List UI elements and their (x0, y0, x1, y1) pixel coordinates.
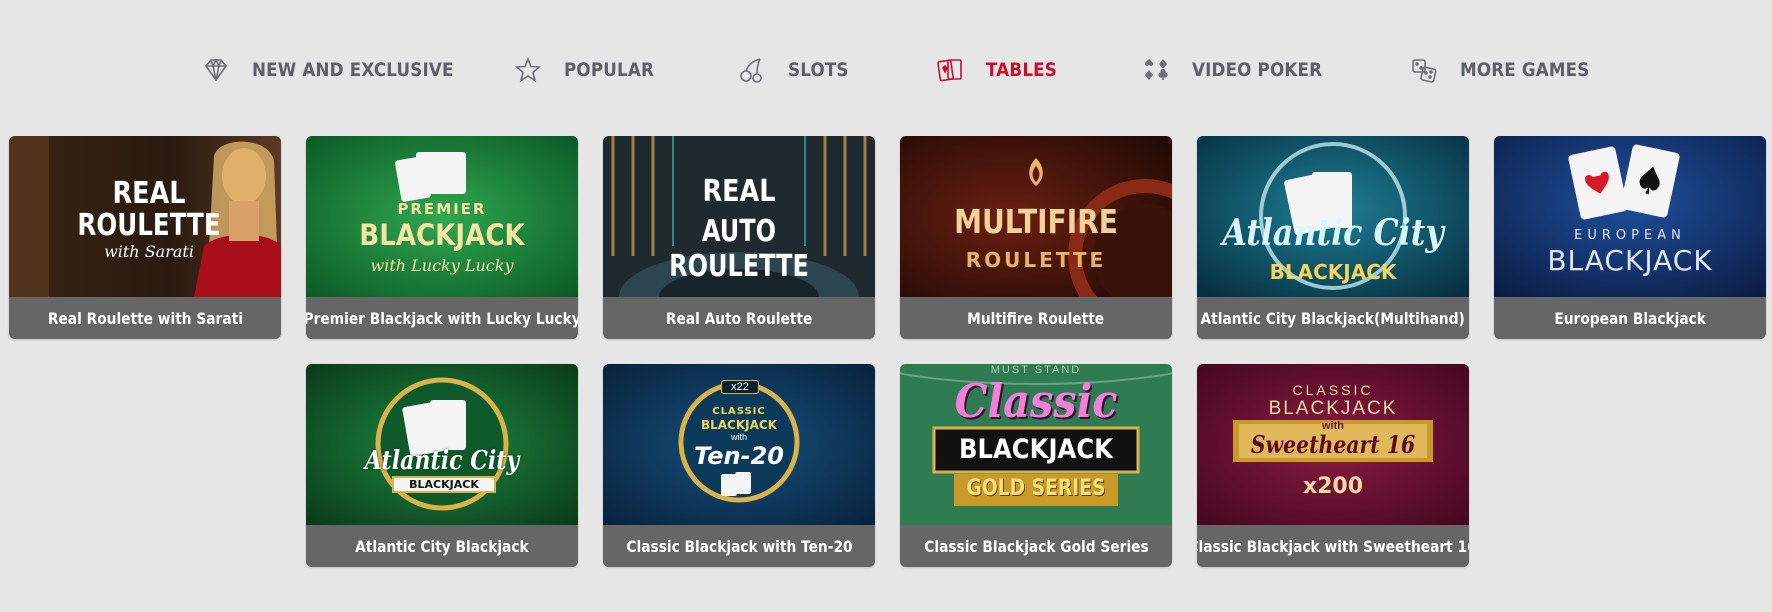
game-card[interactable]: MUST STAND Classic BLACKJACK GOLD SERIES… (900, 364, 1172, 567)
game-thumbnail: MUST STAND Classic BLACKJACK GOLD SERIES (900, 364, 1172, 525)
art-line: REAL (112, 176, 186, 211)
art-line: BLACKJACK (1547, 244, 1713, 277)
art-line: CLASSIC (1292, 382, 1374, 398)
game-thumbnail: REAL ROULETTE with Sarati (9, 136, 281, 297)
art-line: Atlantic City (1222, 212, 1444, 254)
game-card[interactable]: CLASSIC BLACKJACK with Sweetheart 16 x20… (1197, 364, 1469, 567)
game-grid: REAL ROULETTE with Sarati Real Roulette … (0, 0, 1772, 612)
game-title: Real Roulette with Sarati (9, 297, 281, 339)
game-thumbnail: PREMIER BLACKJACK with Lucky Lucky (306, 136, 578, 297)
art-line: Ten-20 (694, 442, 784, 470)
game-thumbnail: x22 CLASSIC BLACKJACK with Ten-20 (603, 364, 875, 525)
game-card[interactable]: REAL ROULETTE with Sarati Real Roulette … (9, 136, 281, 339)
game-card[interactable]: Atlantic City BLACKJACK Atlantic City Bl… (1197, 136, 1469, 339)
game-card[interactable]: PREMIER BLACKJACK with Lucky Lucky Premi… (306, 136, 578, 339)
art-line: BLACKJACK (700, 418, 778, 432)
game-card[interactable]: REAL AUTO ROULETTE Real Auto Roulette (603, 136, 875, 339)
art-line: Atlantic City (364, 446, 520, 476)
game-thumbnail: EUROPEAN BLACKJACK (1494, 136, 1766, 297)
game-title: Multifire Roulette (900, 297, 1172, 339)
art-line: Sweetheart 16 (1250, 430, 1416, 459)
art-line: with (730, 432, 747, 442)
game-title: Classic Blackjack with Sweetheart 16 (1197, 525, 1469, 567)
art-line: BLACKJACK (359, 218, 525, 252)
game-title: Atlantic City Blackjack (306, 525, 578, 567)
game-title: European Blackjack (1494, 297, 1766, 339)
art-line: with Lucky Lucky (370, 256, 514, 275)
art-line: BLACKJACK (958, 434, 1113, 465)
game-thumbnail: Atlantic City BLACKJACK (306, 364, 578, 525)
art-line: ROULETTE (77, 208, 221, 243)
game-thumbnail: CLASSIC BLACKJACK with Sweetheart 16 x20… (1197, 364, 1469, 525)
game-card[interactable]: EUROPEAN BLACKJACK European Blackjack (1494, 136, 1766, 339)
game-title: Atlantic City Blackjack(Multihand) (1197, 297, 1469, 339)
art-line: ROULETTE (965, 248, 1107, 272)
art-line: Classic (954, 374, 1118, 428)
art-line: with Sarati (104, 242, 194, 261)
art-line: BLACKJACK (392, 476, 496, 493)
art-line: AUTO ROULETTE (669, 214, 809, 284)
art-line: MULTIFIRE (954, 202, 1118, 241)
art-line: PREMIER (397, 200, 487, 218)
art-line: x22 (721, 380, 759, 394)
game-thumbnail: Atlantic City BLACKJACK (1197, 136, 1469, 297)
game-title: Premier Blackjack with Lucky Lucky (306, 297, 578, 339)
art-line: REAL (702, 174, 776, 209)
art-line: BLACKJACK (1268, 398, 1398, 419)
game-thumbnail: REAL AUTO ROULETTE (603, 136, 875, 297)
art-line: CLASSIC (712, 406, 766, 417)
game-title: Real Auto Roulette (603, 297, 875, 339)
art-line: x200 (1302, 474, 1364, 499)
game-title: Classic Blackjack Gold Series (900, 525, 1172, 567)
game-card[interactable]: x22 CLASSIC BLACKJACK with Ten-20 Classi… (603, 364, 875, 567)
game-title: Classic Blackjack with Ten-20 (603, 525, 875, 567)
art-line: BLACKJACK (1269, 260, 1397, 284)
art-line: EUROPEAN (1574, 228, 1686, 243)
game-card[interactable]: MULTIFIRE ROULETTE Multifire Roulette (900, 136, 1172, 339)
game-card[interactable]: Atlantic City BLACKJACK Atlantic City Bl… (306, 364, 578, 567)
art-line: GOLD SERIES (966, 476, 1106, 501)
game-thumbnail: MULTIFIRE ROULETTE (900, 136, 1172, 297)
